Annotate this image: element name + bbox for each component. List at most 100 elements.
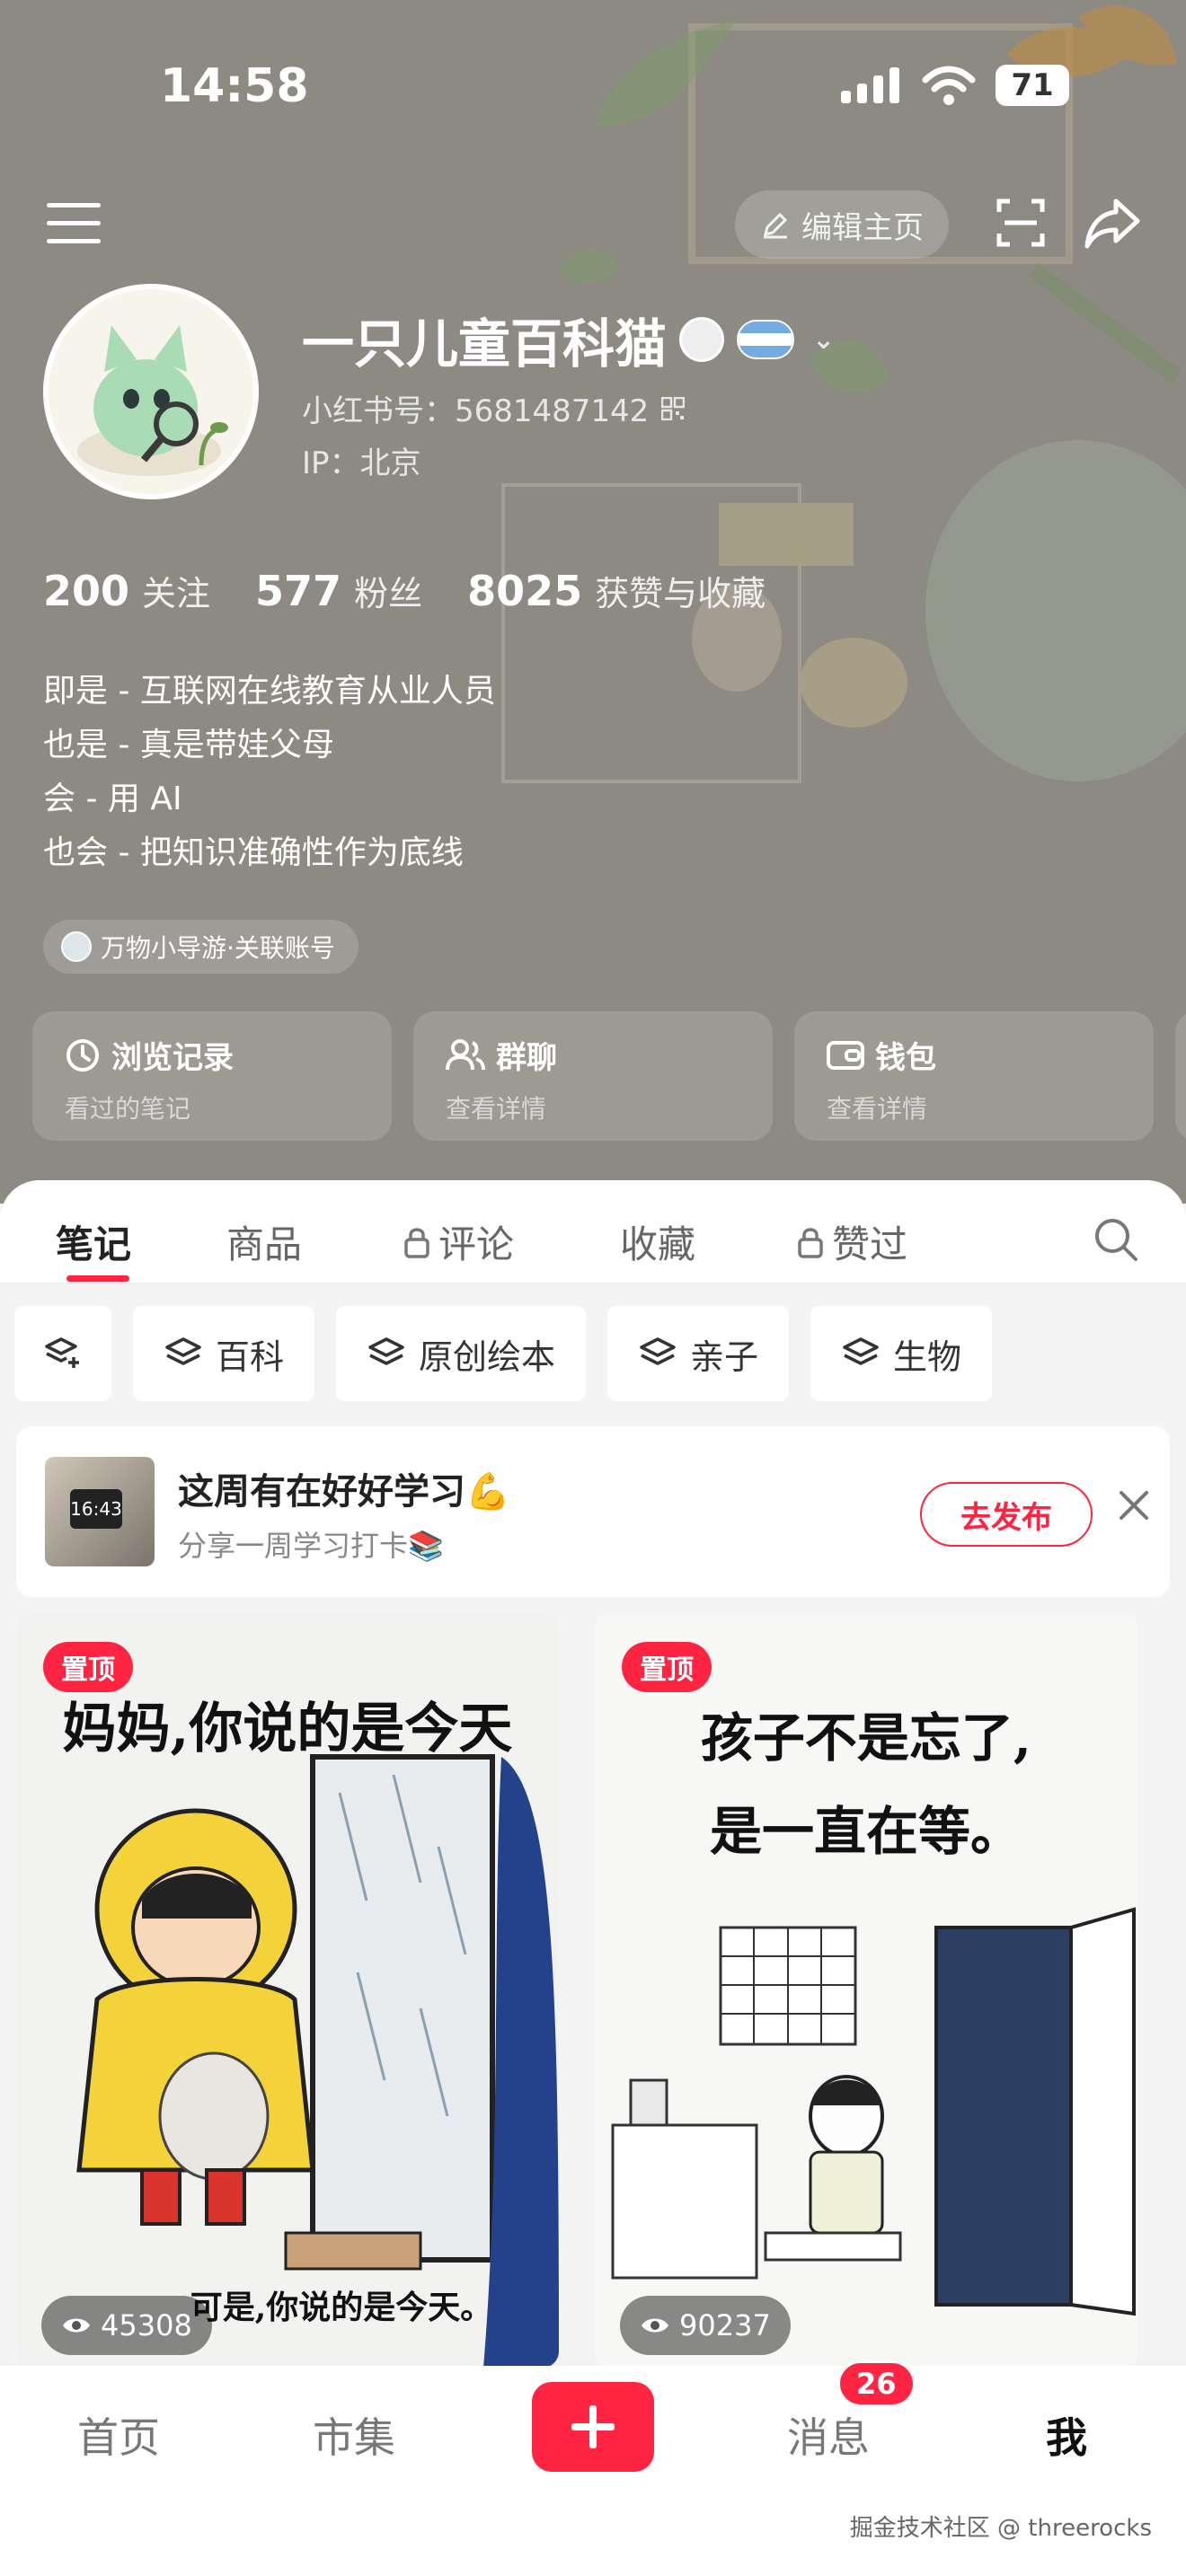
chip-label: 生物 xyxy=(893,1337,962,1377)
nav-home[interactable]: 首页 xyxy=(77,2405,160,2465)
active-tab-indicator xyxy=(66,1275,129,1282)
profile-bio: 即是 - 互联网在线教育从业人员 也是 - 真是带娃父母 会 - 用 AI 也会… xyxy=(43,665,496,880)
create-post-button[interactable] xyxy=(532,2382,654,2472)
pinned-badge: 置顶 xyxy=(622,1642,712,1692)
chip-label: 百科 xyxy=(216,1337,285,1377)
edit-profile-button[interactable]: 编辑主页 xyxy=(735,190,949,259)
tab-notes[interactable]: 笔记 xyxy=(56,1214,131,1269)
argentina-flag-icon[interactable] xyxy=(737,320,795,359)
menu-icon xyxy=(47,203,101,207)
bio-line: 即是 - 互联网在线教育从业人员 xyxy=(43,673,496,710)
stat-likes-collects[interactable]: 8025 获赞与收藏 xyxy=(467,566,766,615)
weekly-study-promo[interactable]: 16:43 这周有在好好学习💪 分享一周学习打卡📚 去发布 xyxy=(16,1426,1170,1597)
collection-chip[interactable]: 原创绘本 xyxy=(336,1306,587,1401)
nav-me[interactable]: 我 xyxy=(1046,2405,1087,2465)
tab-collections[interactable]: 收藏 xyxy=(620,1214,695,1269)
clock-icon xyxy=(66,1038,99,1072)
promo-title: 这周有在好好学习💪 xyxy=(178,1471,510,1513)
stat-following[interactable]: 200 关注 xyxy=(43,566,210,615)
view-count-text: 90237 xyxy=(679,2308,771,2342)
status-time: 14:58 xyxy=(160,59,309,113)
redbook-id[interactable]: 小红书号：5681487142 xyxy=(302,386,686,430)
nav-market[interactable]: 市集 xyxy=(313,2405,395,2465)
view-count-text: 45308 xyxy=(101,2308,192,2342)
bio-line: 会 - 用 AI xyxy=(43,781,182,817)
linked-account-tag[interactable]: 万物小导游·关联账号 xyxy=(43,920,358,974)
battery-indicator: 71 xyxy=(996,65,1069,106)
tab-products[interactable]: 商品 xyxy=(226,1214,302,1269)
pencil-icon xyxy=(763,212,788,239)
lock-icon xyxy=(798,1227,823,1258)
profile-stats: 200 关注 577 粉丝 8025 获赞与收藏 xyxy=(43,566,766,615)
chevron-down-icon[interactable]: ⌄ xyxy=(812,324,835,356)
football-badge-icon[interactable] xyxy=(679,317,725,362)
note-card[interactable]: 孩子不是忘了, 是一直在等。 置顶 90237 xyxy=(595,1613,1137,2366)
promo-clock-display: 16:43 xyxy=(70,1489,122,1529)
stat-followers-num: 577 xyxy=(255,567,342,615)
shortcut-title: 浏览记录 xyxy=(111,1040,234,1076)
shortcut-group-chat[interactable]: 群聊 查看详情 xyxy=(413,1011,773,1141)
tab-label: 评论 xyxy=(438,1222,515,1266)
cat-avatar-illustration xyxy=(49,289,253,494)
pinned-badge: 置顶 xyxy=(43,1642,133,1692)
notes-content: 笔记 商品 评论 收藏 赞过 百科 原创绘本 亲子 生物 16:43 这周有在好… xyxy=(0,1180,1186,2366)
stat-likes-label: 获赞与收藏 xyxy=(595,574,766,613)
menu-button[interactable] xyxy=(47,203,101,248)
tab-label: 笔记 xyxy=(56,1222,132,1266)
chip-label: 原创绘本 xyxy=(419,1337,556,1377)
status-icons: 71 xyxy=(841,65,1069,106)
collection-chips: 百科 原创绘本 亲子 生物 xyxy=(14,1306,993,1401)
publish-button[interactable]: 去发布 xyxy=(920,1482,1093,1547)
messages-badge: 26 xyxy=(837,2360,916,2407)
lock-icon xyxy=(404,1227,429,1258)
redbook-id-text: 小红书号：5681487142 xyxy=(302,393,650,429)
linked-account-avatar-icon xyxy=(61,931,92,962)
note-headline-line2: 是一直在等。 xyxy=(709,1801,1022,1862)
profile-header: 14:58 71 编辑主页 一只儿童百科猫 ⌄ 小红书号：5681487142 … xyxy=(0,0,1186,1204)
layers-icon xyxy=(640,1337,676,1365)
promo-thumbnail: 16:43 xyxy=(45,1457,155,1566)
close-icon[interactable] xyxy=(1114,1486,1154,1525)
collection-chip[interactable]: 亲子 xyxy=(607,1306,790,1401)
shortcut-cards: 浏览记录 看过的笔记 群聊 查看详情 钱包 查看详情 xyxy=(32,1011,1186,1141)
ip-location: IP：北京 xyxy=(302,446,421,481)
shortcut-wallet[interactable]: 钱包 查看详情 xyxy=(794,1011,1154,1141)
stat-followers[interactable]: 577 粉丝 xyxy=(255,566,422,615)
profile-tabs: 笔记 商品 评论 收藏 赞过 xyxy=(0,1180,1186,1284)
view-count: 45308 xyxy=(41,2296,212,2355)
nav-messages[interactable]: 消息 xyxy=(787,2405,870,2465)
plus-icon xyxy=(571,2405,615,2448)
scan-icon[interactable] xyxy=(996,198,1046,248)
eye-icon xyxy=(642,2318,668,2333)
shortcut-subtitle: 看过的笔记 xyxy=(65,1094,191,1124)
search-icon[interactable] xyxy=(1093,1216,1139,1263)
tab-label: 赞过 xyxy=(832,1222,908,1266)
tab-liked[interactable]: 赞过 xyxy=(796,1214,907,1269)
collection-chip[interactable]: 生物 xyxy=(810,1306,993,1401)
add-collection-button[interactable] xyxy=(14,1306,111,1401)
collection-chip[interactable]: 百科 xyxy=(133,1306,315,1401)
tab-comments[interactable]: 评论 xyxy=(403,1214,514,1269)
share-icon[interactable] xyxy=(1084,196,1141,250)
bio-line: 也会 - 把知识准确性作为底线 xyxy=(43,834,464,871)
qrcode-icon[interactable] xyxy=(661,396,686,420)
stat-following-label: 关注 xyxy=(142,574,211,613)
stat-likes-num: 8025 xyxy=(467,567,583,615)
layers-icon xyxy=(843,1337,879,1365)
stat-following-num: 200 xyxy=(43,567,130,615)
linked-account-label: 万物小导游·关联账号 xyxy=(101,933,335,963)
tab-label: 收藏 xyxy=(620,1222,696,1266)
add-layers-icon xyxy=(45,1337,79,1368)
promo-subtitle: 分享一周学习打卡📚 xyxy=(178,1529,444,1563)
note-card[interactable]: 妈妈,你说的是今天 可是,你说的是今天。 置顶 45308 xyxy=(16,1613,559,2366)
shortcut-subtitle: 查看详情 xyxy=(827,1094,928,1124)
status-bar: 14:58 71 xyxy=(0,54,1186,126)
profile-name-text: 一只儿童百科猫 xyxy=(302,313,668,375)
avatar[interactable] xyxy=(43,284,259,499)
layers-icon xyxy=(368,1337,404,1365)
bio-line: 也是 - 真是带娃父母 xyxy=(43,727,334,763)
shortcut-more-peek[interactable] xyxy=(1175,1011,1186,1141)
eye-icon xyxy=(63,2318,90,2333)
wifi-icon xyxy=(922,66,976,105)
shortcut-browse-history[interactable]: 浏览记录 看过的笔记 xyxy=(32,1011,392,1141)
